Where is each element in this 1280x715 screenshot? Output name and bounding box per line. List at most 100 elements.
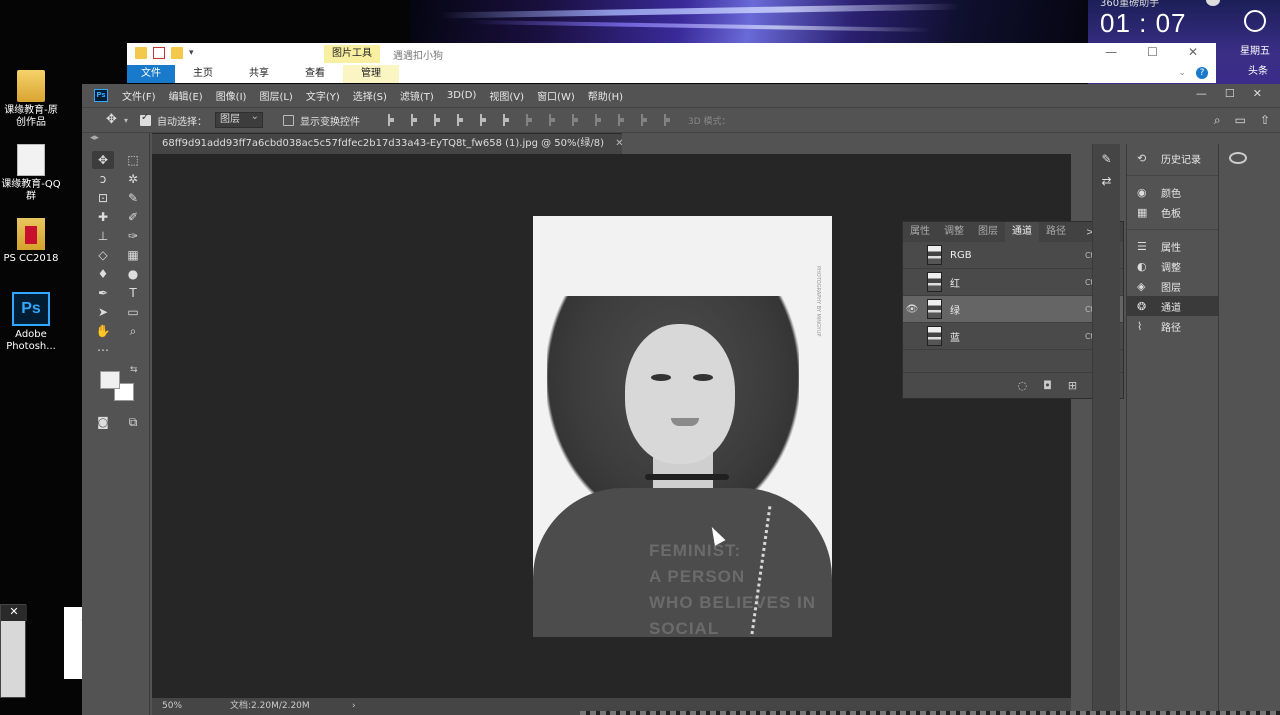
rectangle-tool-icon[interactable]: ▭ — [122, 303, 144, 321]
distribute-hcenter-icon[interactable] — [618, 114, 631, 126]
tab-adjustments[interactable]: 调整 — [937, 222, 971, 242]
help-icon[interactable]: ? — [1196, 67, 1208, 79]
minimized-window[interactable]: ✕ — [0, 604, 27, 698]
distribute-bottom-icon[interactable] — [572, 114, 585, 126]
show-transform-checkbox[interactable] — [283, 114, 295, 126]
tab-home[interactable]: 主页 — [175, 65, 231, 83]
tab-view[interactable]: 查看 — [287, 65, 343, 83]
foreground-color-swatch[interactable] — [100, 371, 120, 389]
eyedropper-tool-icon[interactable]: ✎ — [122, 189, 144, 207]
auto-select-dropdown[interactable]: 图层 — [215, 110, 264, 128]
align-bottom-icon[interactable] — [434, 114, 447, 126]
hand-tool-icon[interactable]: ✋ — [92, 322, 114, 340]
move-tool-icon[interactable]: ✥ — [106, 113, 120, 127]
panel-collapse-icon[interactable]: ◂▸ — [82, 133, 149, 151]
dock-item-color[interactable]: ◉ 颜色 — [1127, 182, 1218, 202]
distribute-right-icon[interactable] — [641, 114, 654, 126]
tab-layers[interactable]: 图层 — [971, 222, 1005, 242]
type-tool-icon[interactable]: T — [122, 284, 144, 302]
gradient-tool-icon[interactable]: ▦ — [122, 246, 144, 264]
menu-type[interactable]: 文字(Y) — [306, 88, 340, 103]
news-link[interactable]: 头条 — [1248, 62, 1268, 77]
swap-colors-icon[interactable]: ⇆ — [130, 365, 138, 375]
menu-3d[interactable]: 3D(D) — [447, 90, 477, 101]
eraser-tool-icon[interactable]: ◇ — [92, 246, 114, 264]
menu-window[interactable]: 窗口(W) — [537, 88, 575, 103]
align-right-icon[interactable] — [503, 114, 516, 126]
auto-align-icon[interactable] — [664, 114, 677, 126]
minimize-button[interactable]: — — [1196, 87, 1207, 100]
menu-help[interactable]: 帮助(H) — [588, 88, 623, 103]
marquee-tool-icon[interactable]: ⬚ — [122, 151, 144, 169]
save-selection-icon[interactable]: ◘ — [1043, 379, 1052, 392]
distribute-top-icon[interactable] — [526, 114, 539, 126]
channel-row-green[interactable]: 👁 绿 Ctrl+4 — [903, 296, 1123, 323]
workspace-icon[interactable]: ▭ — [1235, 113, 1246, 128]
tab-manage[interactable]: 管理 — [343, 65, 399, 83]
menu-filter[interactable]: 滤镜(T) — [400, 88, 434, 103]
brush-settings-icon[interactable]: ✎ — [1093, 152, 1120, 166]
auto-select-checkbox[interactable] — [140, 112, 152, 126]
close-button[interactable]: ✕ — [1188, 45, 1198, 59]
minimize-button[interactable]: — — [1105, 45, 1117, 59]
document-image[interactable]: FEMINIST: A PERSON WHO BELIEVES IN SOCIA… — [533, 216, 832, 637]
dock-item-paths[interactable]: ⌇ 路径 — [1127, 316, 1218, 336]
zoom-level[interactable]: 50% — [162, 698, 182, 715]
channel-row-red[interactable]: 红 Ctrl+3 — [903, 269, 1123, 296]
menu-view[interactable]: 视图(V) — [489, 88, 524, 103]
dock-item-layers[interactable]: ◈ 图层 — [1127, 276, 1218, 296]
photoshop-logo-icon[interactable]: Ps — [94, 89, 108, 102]
share-icon[interactable]: ⇧ — [1260, 113, 1270, 128]
screen-mode-icon[interactable]: ⧉ — [122, 413, 144, 431]
folder-icon[interactable] — [135, 47, 147, 59]
tab-share[interactable]: 共享 — [231, 65, 287, 83]
dock-item-adjustments[interactable]: ◐ 调整 — [1127, 256, 1218, 276]
tab-paths[interactable]: 路径 — [1039, 222, 1073, 242]
search-icon[interactable]: ⌕ — [1214, 113, 1221, 128]
expand-ribbon-icon[interactable]: ⌄ — [1178, 68, 1186, 78]
document-tab[interactable]: 68ff9d91add93ff7a6cbd038ac5c57fdfec2b17d… — [152, 133, 624, 154]
quick-mask-icon[interactable]: ◙ — [92, 413, 114, 431]
align-vcenter-icon[interactable] — [411, 114, 424, 126]
desktop-icon-photoshop[interactable]: Ps Adobe Photosh... — [0, 292, 62, 353]
desktop-icon-original-works[interactable]: 课缘教育-原创作品 — [0, 70, 62, 129]
maximize-button[interactable]: ☐ — [1147, 45, 1158, 59]
properties-icon[interactable] — [153, 47, 165, 59]
align-hcenter-icon[interactable] — [480, 114, 493, 126]
menu-edit[interactable]: 编辑(E) — [169, 88, 203, 103]
new-channel-icon[interactable]: ⊞ — [1068, 379, 1077, 392]
chevron-down-icon[interactable]: ▾ — [124, 116, 128, 125]
path-selection-tool-icon[interactable]: ➤ — [92, 303, 114, 321]
history-brush-tool-icon[interactable]: ✑ — [122, 227, 144, 245]
channel-row-blue[interactable]: 蓝 Ctrl+5 — [903, 323, 1123, 350]
desktop-icon-qq-group[interactable]: 课缘教育-QQ群 — [0, 144, 62, 203]
tab-properties[interactable]: 属性 — [903, 222, 937, 242]
dock-item-history[interactable]: ⟲ 历史记录 — [1127, 148, 1218, 168]
menu-file[interactable]: 文件(F) — [122, 88, 156, 103]
blur-tool-icon[interactable]: ♦ — [92, 265, 114, 283]
tab-channels[interactable]: 通道 — [1005, 222, 1039, 242]
more-tools-icon[interactable]: ⋯ — [92, 341, 114, 359]
tool-presets-icon[interactable]: ⇄ — [1093, 174, 1120, 188]
dodge-tool-icon[interactable]: ● — [122, 265, 144, 283]
menu-image[interactable]: 图像(I) — [216, 88, 247, 103]
dock-item-swatches[interactable]: ▦ 色板 — [1127, 202, 1218, 222]
channel-row-rgb[interactable]: RGB Ctrl+2 — [903, 242, 1123, 269]
load-selection-icon[interactable]: ◌ — [1018, 379, 1028, 392]
close-icon[interactable]: ✕ — [1, 605, 27, 621]
menu-select[interactable]: 选择(S) — [353, 88, 387, 103]
distribute-left-icon[interactable] — [595, 114, 608, 126]
dock-item-properties[interactable]: ☰ 属性 — [1127, 236, 1218, 256]
pen-tool-icon[interactable]: ✒ — [92, 284, 114, 302]
lasso-tool-icon[interactable]: ↄ — [92, 170, 114, 188]
magic-wand-tool-icon[interactable]: ✲ — [122, 170, 144, 188]
dock-item-channels[interactable]: ❂ 通道 — [1127, 296, 1218, 316]
move-tool-icon[interactable]: ✥ — [92, 151, 114, 169]
menu-layer[interactable]: 图层(L) — [259, 88, 292, 103]
maximize-button[interactable]: ☐ — [1225, 87, 1235, 100]
new-folder-icon[interactable] — [171, 47, 183, 59]
align-top-icon[interactable] — [388, 114, 401, 126]
close-button[interactable]: ✕ — [1253, 87, 1262, 100]
eye-icon[interactable]: 👁 — [903, 304, 921, 315]
brush-tool-icon[interactable]: ✐ — [122, 208, 144, 226]
